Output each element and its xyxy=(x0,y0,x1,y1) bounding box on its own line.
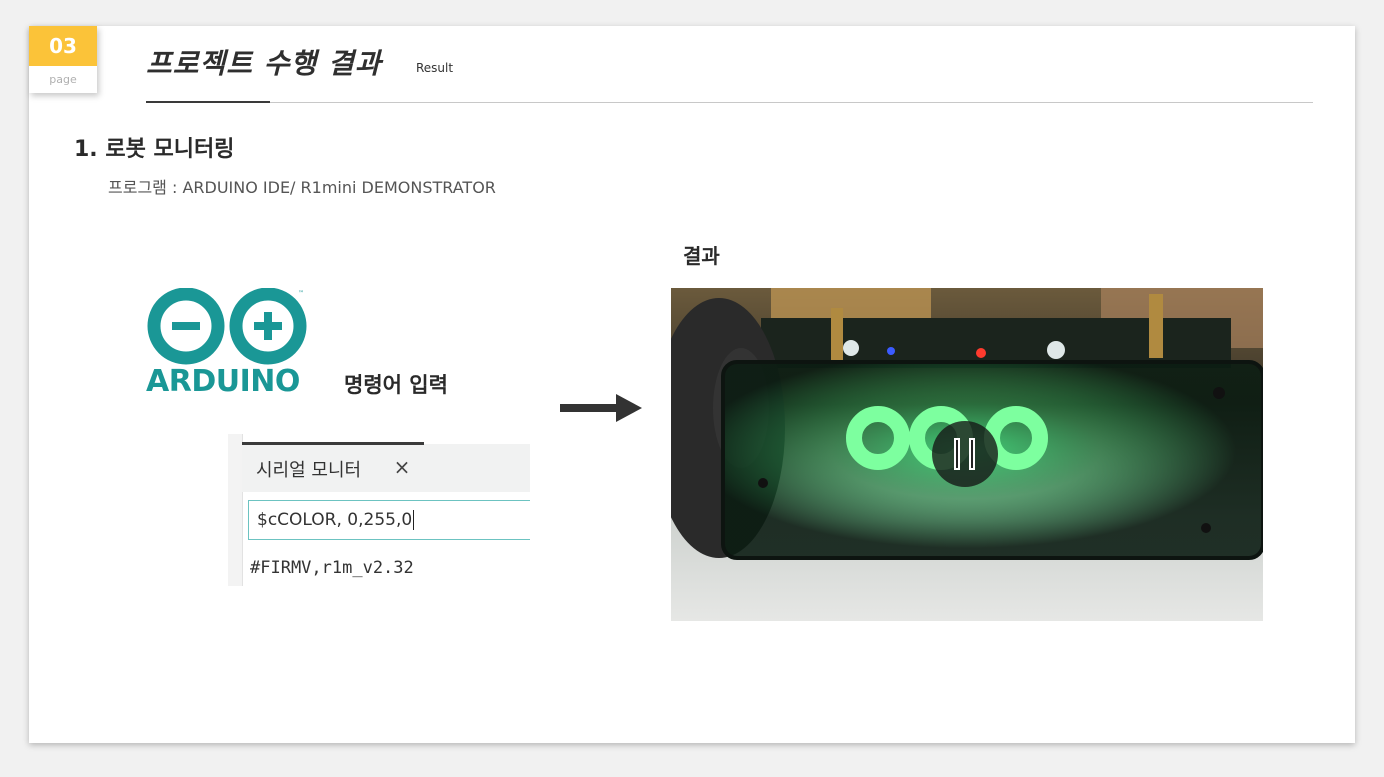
tab-serial-monitor[interactable]: 시리얼 모니터 xyxy=(256,456,361,482)
serial-command-input[interactable]: $cCOLOR, 0,255,0 xyxy=(248,500,530,540)
page-number: 03 xyxy=(29,26,97,66)
header-divider-accent xyxy=(146,101,270,103)
trademark-symbol: ™ xyxy=(298,290,304,297)
command-input-label: 명령어 입력 xyxy=(344,373,448,397)
close-icon[interactable]: × xyxy=(392,456,412,478)
arduino-infinity-icon xyxy=(147,288,307,365)
right-arrow-icon xyxy=(560,393,642,427)
serial-output-line: #FIRMV,r1m_v2.32 xyxy=(250,558,414,578)
serial-monitor-panel: 시리얼 모니터 × $cCOLOR, 0,255,0 #FIRMV,r1m_v2… xyxy=(228,434,530,586)
arduino-logo: ™ ARDUINO xyxy=(146,288,314,400)
serial-command-value: $cCOLOR, 0,255,0 xyxy=(257,510,413,530)
page-label: page xyxy=(49,73,77,86)
pause-icon-bar xyxy=(969,438,975,470)
result-heading: 결과 xyxy=(683,244,720,268)
arduino-wordmark: ARDUINO xyxy=(146,364,300,399)
page-title: 프로젝트 수행 결과 xyxy=(146,47,382,80)
section-heading: 1. 로봇 모니터링 xyxy=(74,137,235,162)
page-subtitle: Result xyxy=(416,61,454,75)
pause-icon xyxy=(954,438,960,470)
active-tab-indicator xyxy=(242,442,424,445)
header-divider xyxy=(146,102,1313,103)
panel-gutter xyxy=(228,434,242,586)
program-description: 프로그램 : ARDUINO IDE/ R1mini DEMONSTRATOR xyxy=(108,178,496,197)
page-badge: 03 page xyxy=(29,26,97,93)
text-caret xyxy=(413,510,415,530)
pause-button[interactable] xyxy=(932,421,998,487)
